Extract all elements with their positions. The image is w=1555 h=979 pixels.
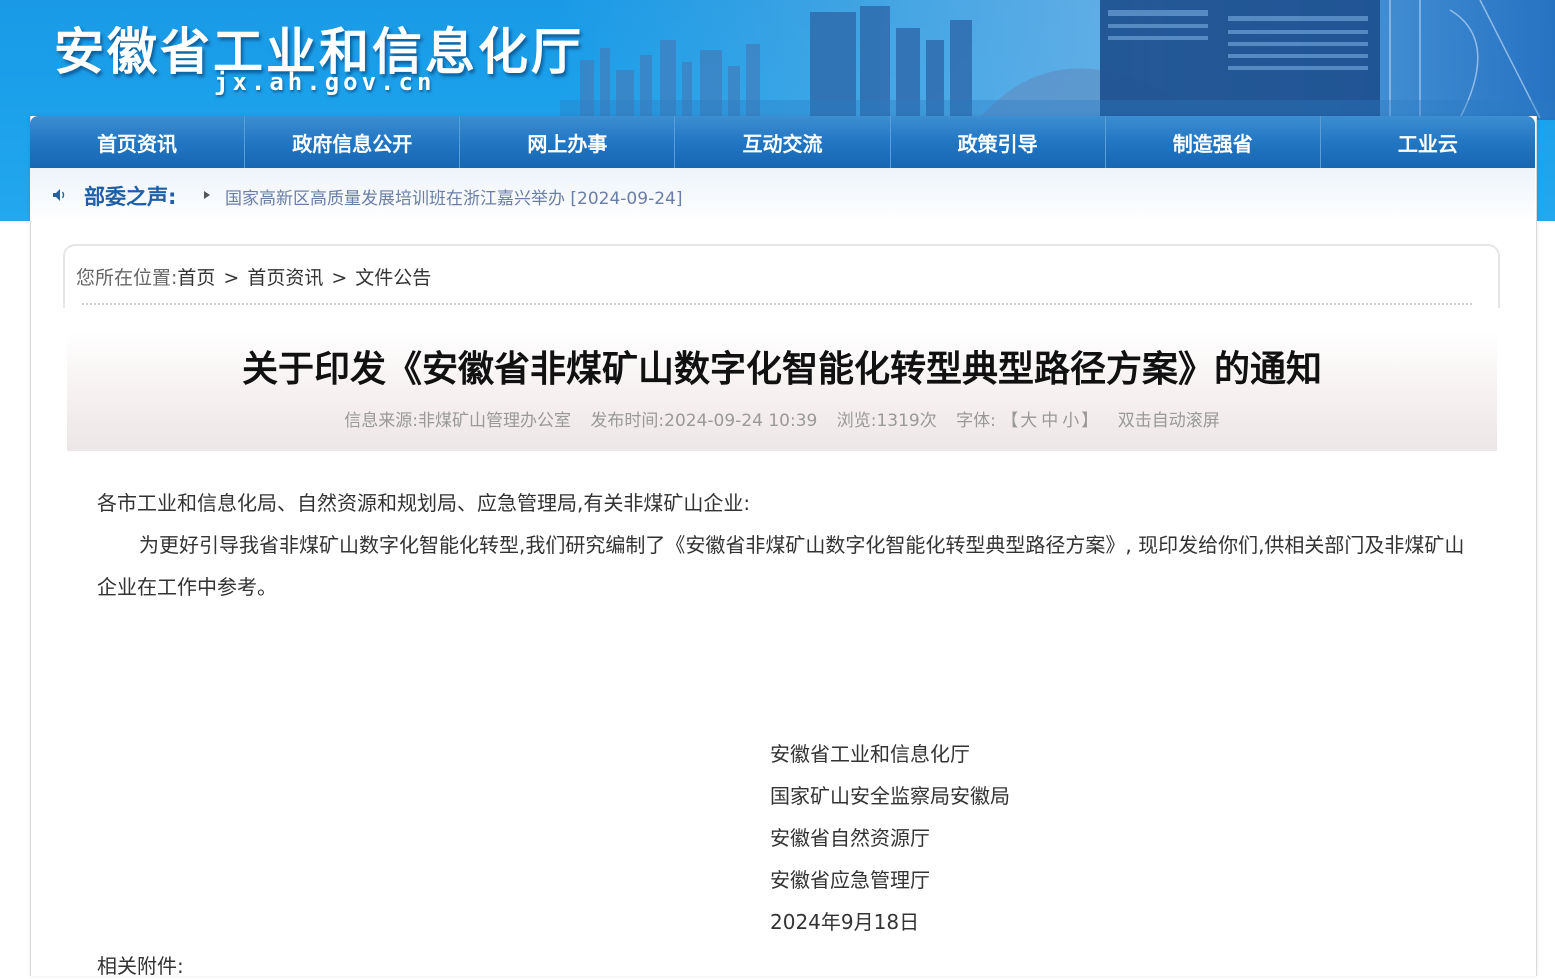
nav-item-manufacturing[interactable]: 制造强省 <box>1106 116 1321 168</box>
breadcrumb-separator: > <box>331 267 348 289</box>
breadcrumb-home[interactable]: 首页 <box>177 267 215 289</box>
breadcrumb-home-news[interactable]: 首页资讯 <box>247 267 323 289</box>
breadcrumb-announcements[interactable]: 文件公告 <box>355 267 431 289</box>
breadcrumb: 您所在位置:首页 > 首页资讯 > 文件公告 <box>76 263 431 290</box>
signatory: 国家矿山安全监察局安徽局 <box>770 784 1010 808</box>
meta-views: 浏览:1319次 <box>836 411 937 431</box>
article-salutation: 各市工业和信息化局、自然资源和规划局、应急管理局,有关非煤矿山企业: <box>97 491 751 515</box>
article-paragraph: 为更好引导我省非煤矿山数字化智能化转型,我们研究编制了《安徽省非煤矿山数字化智能… <box>97 533 1465 599</box>
nav-item-online-services[interactable]: 网上办事 <box>460 116 676 168</box>
article-title: 关于印发《安徽省非煤矿山数字化智能化转型典型路径方案》的通知 <box>241 349 1322 390</box>
city-skyline-graphic <box>560 0 1555 118</box>
meta-published: 发布时间:2024-09-24 10:39 <box>590 411 818 431</box>
main-nav: 首页资讯 政府信息公开 网上办事 互动交流 政策引导 制造强省 工业云 <box>30 116 1535 168</box>
autoscroll-toggle[interactable]: 双击自动滚屏 <box>1118 411 1220 431</box>
nav-item-policy[interactable]: 政策引导 <box>891 116 1106 168</box>
font-large-button[interactable]: 大 <box>1020 411 1037 431</box>
notice-bar: 部委之声: 国家高新区高质量发展培训班在浙江嘉兴举办 [2024-09-24] <box>30 168 1535 221</box>
nav-item-interaction[interactable]: 互动交流 <box>675 116 891 168</box>
nav-item-gov-info[interactable]: 政府信息公开 <box>245 116 461 168</box>
meta-source: 信息来源:非煤矿山管理办公室 <box>344 411 572 431</box>
dotted-divider <box>82 303 1472 305</box>
meta-font-size: 字体: 【大中小】 <box>956 411 1098 431</box>
nav-item-industry-cloud[interactable]: 工业云 <box>1321 116 1535 168</box>
article-body: 各市工业和信息化局、自然资源和规划局、应急管理局,有关非煤矿山企业: 为更好引导… <box>97 482 1472 608</box>
notice-arrow-icon <box>204 191 210 199</box>
signatory: 安徽省应急管理厅 <box>770 868 930 892</box>
signatories: 安徽省工业和信息化厅 国家矿山安全监察局安徽局 安徽省自然资源厅 安徽省应急管理… <box>770 733 1010 943</box>
nav-item-home-news[interactable]: 首页资讯 <box>30 116 246 168</box>
signatory: 安徽省自然资源厅 <box>770 826 930 850</box>
notice-news-link[interactable]: 国家高新区高质量发展培训班在浙江嘉兴举办 [2024-09-24] <box>225 184 682 209</box>
article-header: 关于印发《安徽省非煤矿山数字化智能化转型典型路径方案》的通知 信息来源:非煤矿山… <box>67 330 1497 451</box>
font-size-label: 字体: <box>956 411 996 431</box>
site-domain: jx.ah.gov.cn <box>214 68 436 96</box>
attachments-label: 相关附件: <box>97 954 184 978</box>
breadcrumb-box: 您所在位置:首页 > 首页资讯 > 文件公告 <box>63 244 1500 308</box>
speaker-icon <box>53 189 65 201</box>
notice-label: 部委之声: <box>84 185 177 209</box>
font-bracket-open: 【 <box>1001 411 1019 431</box>
font-bracket-close: 】 <box>1081 411 1099 431</box>
signatory: 安徽省工业和信息化厅 <box>770 742 970 766</box>
signing-date: 2024年9月18日 <box>770 910 920 934</box>
breadcrumb-separator: > <box>223 267 240 289</box>
article-meta: 信息来源:非煤矿山管理办公室 发布时间:2024-09-24 10:39 浏览:… <box>67 406 1497 431</box>
font-small-button[interactable]: 小 <box>1062 411 1079 431</box>
breadcrumb-prefix: 您所在位置: <box>76 267 178 289</box>
font-medium-button[interactable]: 中 <box>1041 411 1058 431</box>
